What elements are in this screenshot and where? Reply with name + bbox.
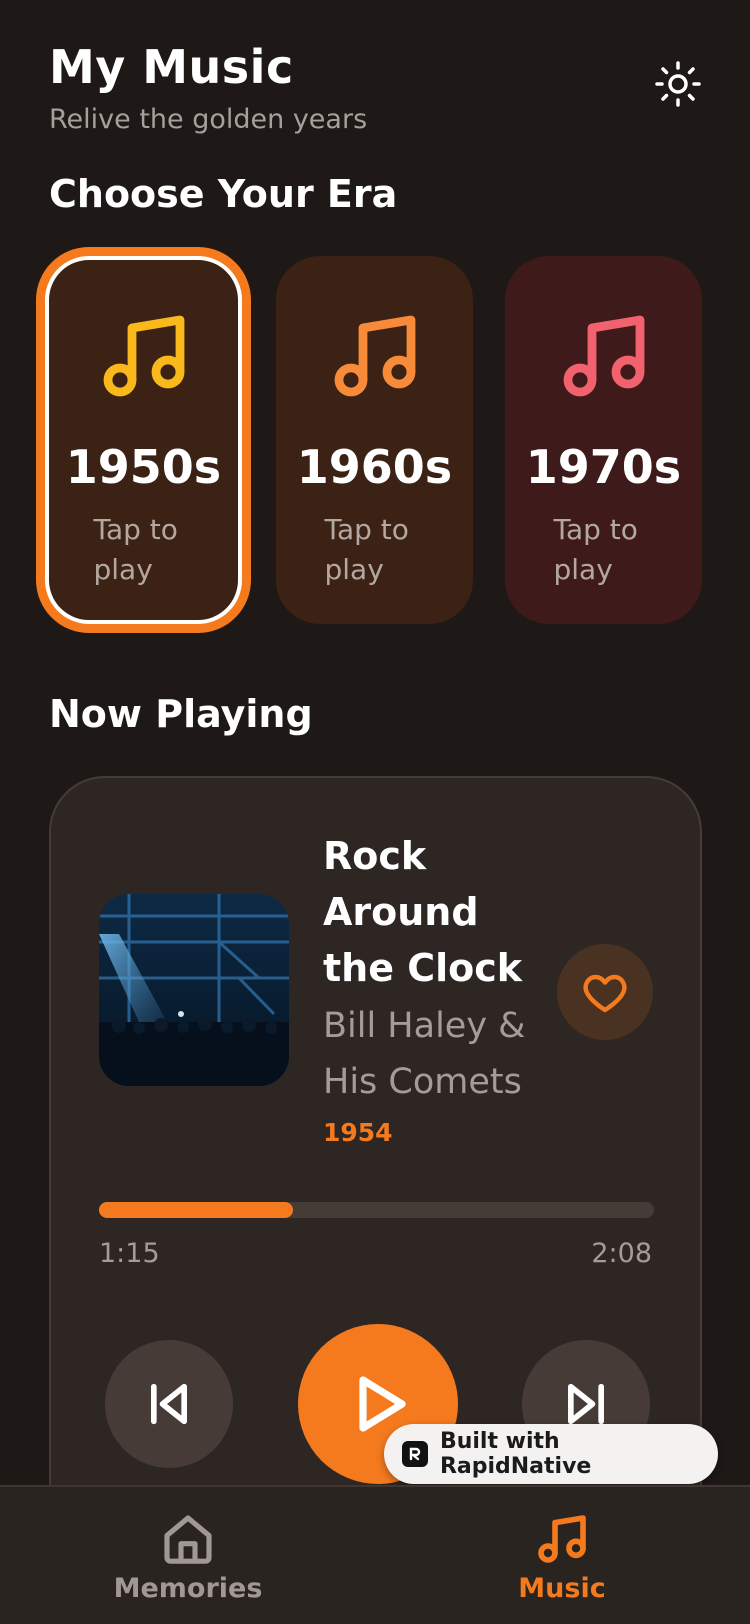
built-with-badge[interactable]: Built with RapidNative (384, 1424, 718, 1484)
tab-label: Memories (113, 1573, 263, 1604)
badge-label: Built with RapidNative (439, 1429, 592, 1479)
track-year: 1954 (323, 1118, 393, 1147)
sun-icon (655, 61, 701, 107)
heart-icon (583, 974, 627, 1013)
era-action-label: Tap to play (93, 513, 178, 586)
tab-memories[interactable]: Memories (88, 1511, 288, 1604)
now-playing-title: Now Playing (49, 692, 313, 736)
track-title: Rock Around the Clock (323, 834, 523, 990)
home-icon (164, 1515, 212, 1564)
theme-toggle-button[interactable] (648, 54, 708, 114)
rapidnative-logo-icon (402, 1441, 428, 1467)
era-section-title: Choose Your Era (49, 172, 398, 216)
track-artist: Bill Haley & His Comets (323, 1006, 526, 1102)
music-note-icon (563, 315, 644, 397)
favorite-button[interactable] (557, 944, 653, 1040)
era-card-1960s[interactable]: 1960s Tap to play (276, 256, 473, 624)
era-action-label: Tap to play (324, 513, 409, 586)
music-note-icon (538, 1515, 586, 1563)
next-icon (568, 1383, 604, 1425)
previous-button[interactable] (105, 1340, 233, 1468)
era-action-label: Tap to play (553, 513, 638, 586)
tab-music[interactable]: Music (462, 1511, 662, 1604)
music-note-icon (334, 315, 415, 397)
music-note-icon (103, 315, 184, 397)
progress-fill (99, 1202, 294, 1218)
tab-label: Music (518, 1573, 606, 1604)
album-art (99, 894, 289, 1086)
page-subtitle: Relive the golden years (49, 104, 368, 135)
era-card-1970s[interactable]: 1970s Tap to play (505, 256, 702, 624)
era-year: 1960s (296, 440, 453, 494)
era-year: 1970s (525, 440, 682, 494)
page-title: My Music (49, 40, 294, 94)
bottom-tab-bar: Memories Music (0, 1485, 750, 1624)
progress-bar[interactable] (99, 1202, 654, 1218)
header: My Music Relive the golden years (49, 40, 367, 135)
era-year: 1950s (65, 440, 222, 494)
app-screen: My Music Relive the golden years Choose … (0, 0, 750, 1624)
total-time: 2:08 (591, 1238, 652, 1269)
previous-icon (151, 1383, 187, 1425)
era-card-1950s[interactable]: 1950s Tap to play (45, 256, 242, 624)
elapsed-time: 1:15 (99, 1238, 160, 1269)
